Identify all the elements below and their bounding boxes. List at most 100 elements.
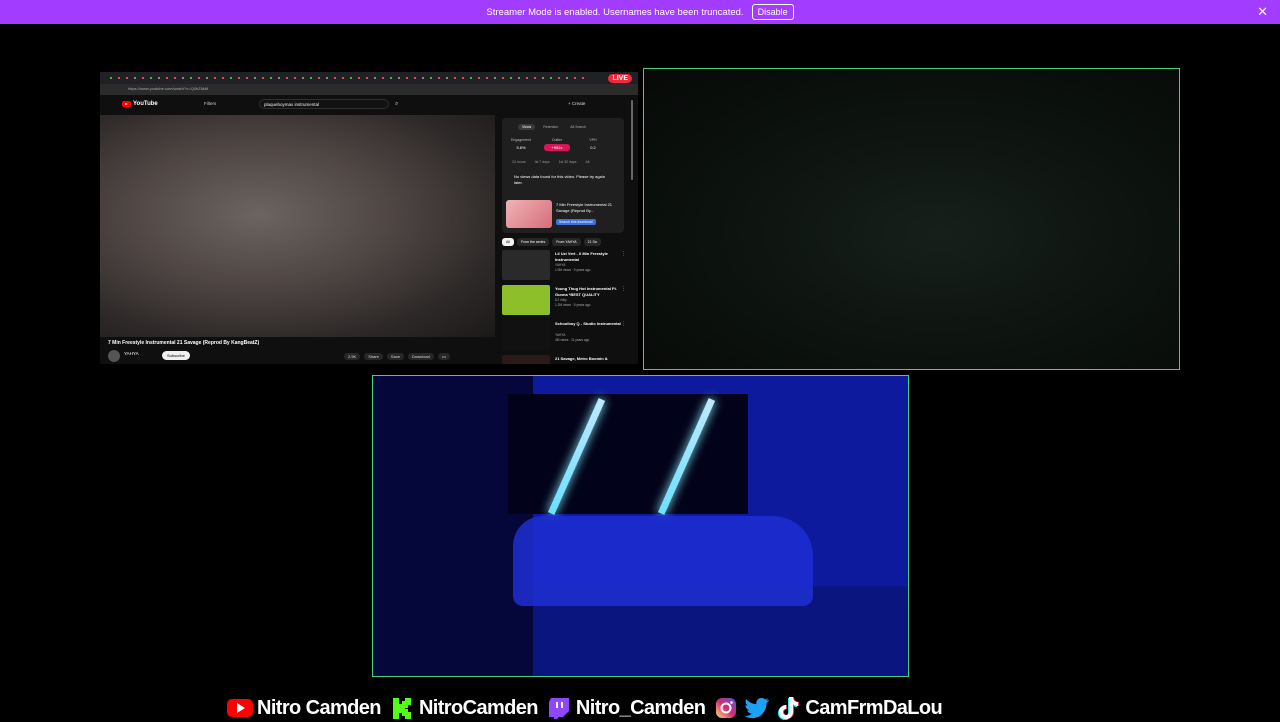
youtube-handle: Nitro Camden [257, 696, 382, 719]
browser-tab [582, 77, 584, 79]
instagram-icon [712, 696, 740, 720]
browser-tab [518, 77, 520, 79]
social-handles: Nitro Camden NitroCamden Nitro_Camden Ca… [226, 694, 946, 722]
browser-tab [150, 77, 152, 79]
browser-tab [118, 77, 120, 79]
rec-meta: DJ Volty 1.2M views · 5 years ago [555, 298, 591, 307]
filters-button: Filters [204, 101, 217, 106]
video-actions: 2.5K Share Save Download ••• [344, 353, 451, 360]
browser-tab [422, 77, 424, 79]
browser-tab [166, 77, 168, 79]
panel-video-thumbnail [506, 200, 552, 228]
browser-tab [470, 77, 472, 79]
chip-all: All [502, 238, 514, 246]
panel-video-badge: Search this thumbnail [556, 219, 596, 225]
twitter-icon [743, 696, 771, 720]
browser-tab [254, 77, 256, 79]
camera-tile-blue[interactable] [372, 375, 909, 677]
browser-tab [462, 77, 464, 79]
browser-tab [494, 77, 496, 79]
more-button: ••• [437, 353, 451, 360]
more-icon: ⋮ [621, 321, 626, 327]
tab-all-search: All Search [570, 125, 587, 129]
video-thumbnail [502, 285, 550, 315]
browser-tab [110, 77, 112, 79]
stat-label: Engagement [511, 138, 531, 142]
browser-tab [158, 77, 160, 79]
range-30d: 1st 30 days [558, 160, 577, 164]
rec-meta: YAHYA 1.9M views · 9 years ago [555, 263, 591, 272]
browser-tab [438, 77, 440, 79]
scrollbar [631, 100, 633, 180]
video-player [100, 115, 495, 337]
browser-tab [566, 77, 568, 79]
browser-tab [126, 77, 128, 79]
browser-tab [198, 77, 200, 79]
browser-tab [550, 77, 552, 79]
panel-message: No views data found for this video. Plea… [514, 174, 605, 185]
browser-tab [334, 77, 336, 79]
browser-tab [366, 77, 368, 79]
browser-tab [326, 77, 328, 79]
browser-tab [478, 77, 480, 79]
browser-tab [230, 77, 232, 79]
twitch-handle: Nitro_Camden [575, 696, 706, 719]
rec-title: Schoolboy Q - Studio Instrumental [555, 321, 621, 326]
kick-handle: NitroCamden [418, 696, 539, 719]
stat-outlier: Outlier +992x [544, 138, 570, 151]
browser-tab [374, 77, 376, 79]
time-range-selector: 24 hours Ist 7 days 1st 30 days All [512, 160, 589, 164]
browser-tab [430, 77, 432, 79]
panel-video-title: 7 Min Freestyle Instrumental 21 Savage (… [556, 202, 613, 213]
browser-tab [270, 77, 272, 79]
share-button: Share [364, 353, 383, 360]
panel-tabs: Views Retention All Search [518, 124, 590, 130]
browser-tab [446, 77, 448, 79]
video-thumbnail [502, 250, 550, 280]
browser-tab [454, 77, 456, 79]
close-icon[interactable]: ✕ [1257, 4, 1268, 20]
chip-channel: From YAHYA [552, 238, 581, 246]
youtube-header: YouTube Filters plaqueboymax instrumenta… [100, 95, 638, 115]
list-item: Schoolboy Q - Studio Instrumental YAHYA … [502, 320, 628, 352]
video-title: 7 Min Freestyle Instrumental 21 Savage (… [108, 340, 260, 346]
streamer-mode-banner: Streamer Mode is enabled. Usernames have… [0, 0, 1280, 24]
rec-meta: YAHYA 4M views · 11 years ago [555, 333, 590, 342]
browser-tab [574, 77, 576, 79]
browser-tab [486, 77, 488, 79]
browser-tab [342, 77, 344, 79]
banner-text: Streamer Mode is enabled. Usernames have… [486, 6, 744, 18]
screen-share-tile[interactable]: LIVE https://www.youtube.com/watch?v=Q0h… [100, 72, 638, 364]
room-tv [508, 394, 748, 514]
save-button: Save [386, 353, 405, 360]
browser-tab [502, 77, 504, 79]
browser-tab [382, 77, 384, 79]
browser-address-bar: https://www.youtube.com/watch?v=Q0hZ8kM [100, 84, 638, 95]
download-button: Download [408, 353, 434, 360]
video-thumbnail [502, 355, 550, 364]
search-query: plaqueboymax instrumental [264, 102, 320, 107]
stat-vph: VPH 0.2 [580, 138, 606, 151]
disable-button[interactable]: Disable [751, 4, 794, 20]
kick-icon [388, 696, 416, 720]
url-text: https://www.youtube.com/watch?v=Q0hZ8kM [128, 86, 209, 91]
room-bed [513, 516, 813, 606]
rec-title: Young Thug Hot Instrumental Ft. Gunna *B… [555, 286, 617, 297]
browser-tab [526, 77, 528, 79]
tab-retention: Retention [543, 125, 559, 129]
tab-views: Views [518, 124, 536, 130]
browser-tab [534, 77, 536, 79]
stat-value: 5.8% [516, 145, 526, 150]
like-button: 2.5K [344, 353, 361, 360]
more-icon: ⋮ [621, 286, 626, 292]
browser-tab [286, 77, 288, 79]
rec-title: Lil Uzi Vert - 6 Min Freestyle Instrumen… [555, 251, 608, 262]
browser-tab [174, 77, 176, 79]
range-7d: Ist 7 days [534, 160, 550, 164]
browser-tab [302, 77, 304, 79]
browser-tab [558, 77, 560, 79]
browser-tab [510, 77, 512, 79]
camera-tile-green[interactable] [643, 68, 1180, 370]
browser-tab [222, 77, 224, 79]
browser-tab [214, 77, 216, 79]
